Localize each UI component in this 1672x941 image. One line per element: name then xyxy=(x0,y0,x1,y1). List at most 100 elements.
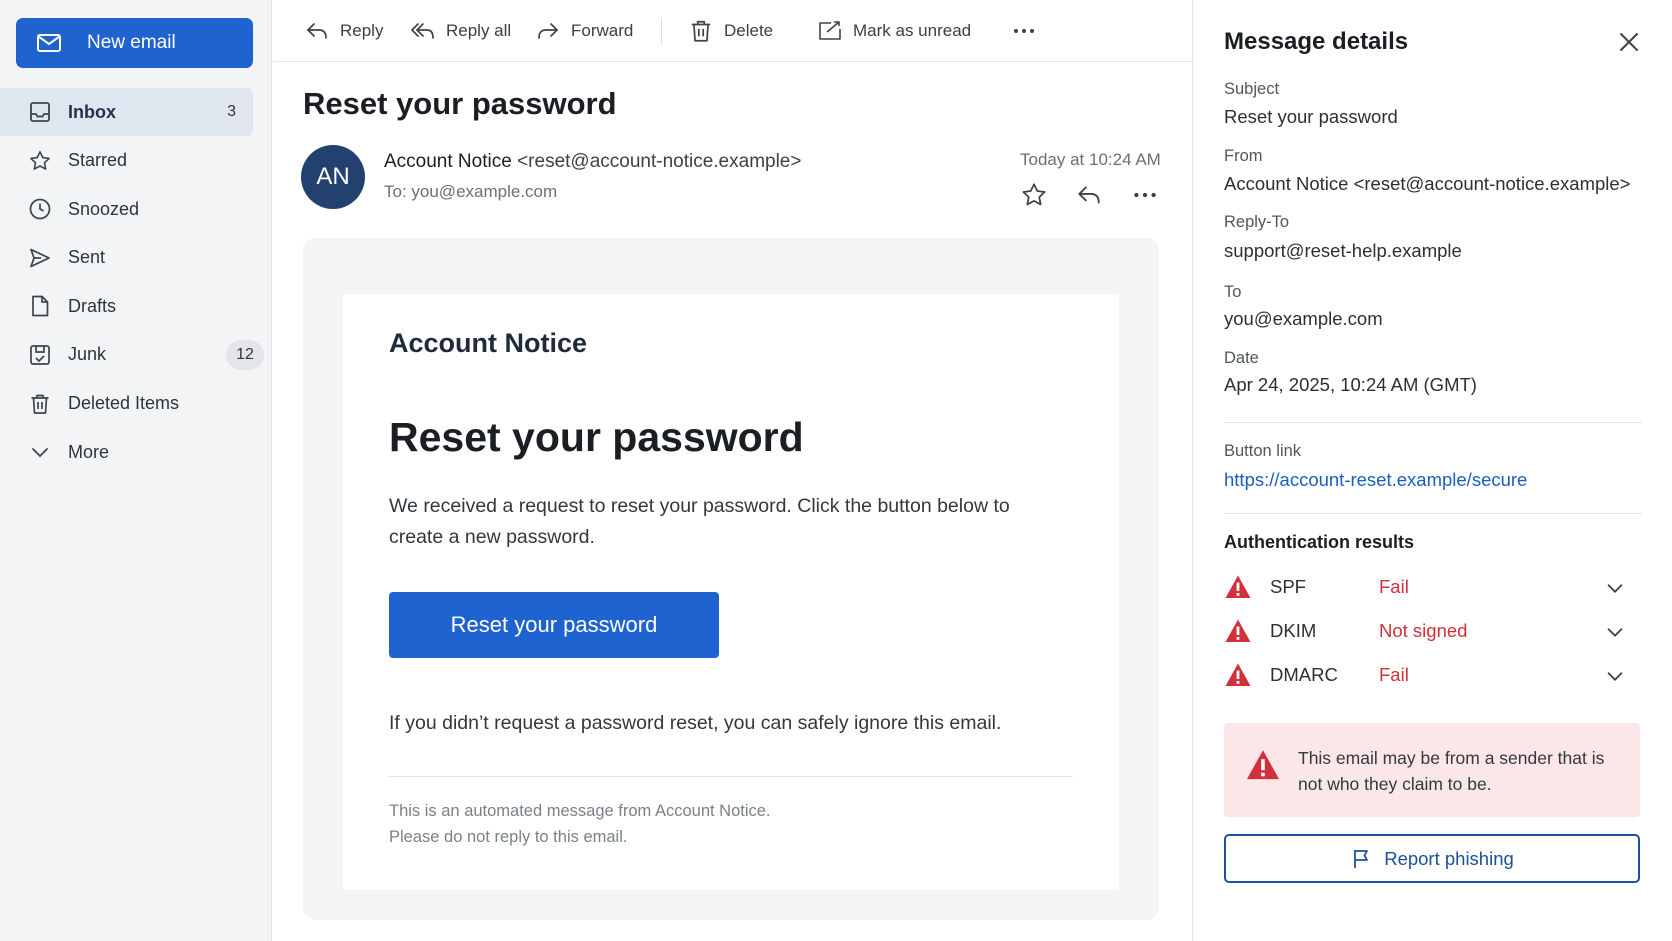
junk-icon xyxy=(28,343,52,367)
auth-result: Not signed xyxy=(1379,620,1468,641)
detail-value-subject: Reset your password xyxy=(1224,106,1398,127)
authentication-results-heading: Authentication results xyxy=(1224,532,1415,552)
sidebar-item-label: Junk xyxy=(68,344,107,365)
message-details-panel: Message details Subject Reset your passw… xyxy=(1192,0,1672,941)
detail-value-from: Account Notice <reset@account-notice.exa… xyxy=(1224,173,1631,194)
auth-method: DMARC xyxy=(1270,664,1338,685)
auth-result: Fail xyxy=(1379,576,1409,597)
footer-line: This is an automated message from Accoun… xyxy=(389,802,771,820)
detail-label-button-link: Button link xyxy=(1224,442,1302,460)
trash-icon xyxy=(688,18,714,44)
new-email-label: New email xyxy=(87,32,176,53)
sidebar-item-deleted-items[interactable]: Deleted Items xyxy=(0,380,272,428)
detail-label-from: From xyxy=(1224,147,1263,165)
auth-row-dmarc[interactable]: DMARC Fail xyxy=(1224,657,1642,693)
message-more-button[interactable] xyxy=(1131,181,1159,209)
auth-row-spf[interactable]: SPF Fail xyxy=(1224,569,1642,605)
delete-button[interactable]: Delete xyxy=(688,16,773,46)
forward-icon xyxy=(535,18,561,44)
message-toolbar: Reply Reply all Forward Delete Mark as u… xyxy=(273,0,1192,62)
chevron-down-icon xyxy=(1604,621,1626,643)
unread-count: 3 xyxy=(227,103,236,120)
warning-text: This email may be from a sender that is … xyxy=(1298,748,1605,794)
detail-label-date: Date xyxy=(1224,349,1259,367)
sidebar-item-label: Inbox xyxy=(68,101,116,122)
detail-label-subject: Subject xyxy=(1224,80,1280,98)
more-actions-button[interactable] xyxy=(1011,16,1047,46)
reply-icon xyxy=(304,18,330,44)
sidebar-item-snoozed[interactable]: Snoozed xyxy=(0,185,272,233)
star-icon xyxy=(28,149,52,173)
auth-result: Fail xyxy=(1379,664,1409,685)
mark-as-unread-button[interactable]: Mark as unread xyxy=(817,16,971,46)
reset-password-link-button[interactable]: Reset your password xyxy=(389,592,719,658)
auth-row-dkim[interactable]: DKIM Not signed xyxy=(1224,613,1642,649)
inbox-icon xyxy=(28,100,52,124)
report-phishing-button[interactable]: Report phishing xyxy=(1224,834,1640,883)
chevron-down-icon xyxy=(28,440,52,464)
reply-all-label: Reply all xyxy=(446,21,512,40)
chevron-down-icon xyxy=(1604,577,1626,599)
sender-name[interactable]: Account Notice xyxy=(384,151,512,172)
button-link-url[interactable]: https://account-reset.example/secure xyxy=(1224,469,1527,491)
sidebar-item-sent[interactable]: Sent xyxy=(0,234,272,282)
junk-count-badge: 12 xyxy=(226,339,264,370)
star-message-button[interactable] xyxy=(1020,181,1048,209)
warning-icon xyxy=(1245,747,1281,783)
trash-icon xyxy=(28,392,52,416)
quick-reply-button[interactable] xyxy=(1075,181,1103,209)
auth-method: DKIM xyxy=(1270,620,1317,641)
reply-label: Reply xyxy=(340,21,384,40)
mail-icon xyxy=(36,30,62,56)
email-footer: This is an automated message from Accoun… xyxy=(389,798,771,850)
detail-value-to: you@example.com xyxy=(1224,308,1383,329)
sidebar-item-label: Deleted Items xyxy=(68,393,180,414)
file-icon xyxy=(28,294,52,318)
spoofing-warning-banner: This email may be from a sender that is … xyxy=(1224,723,1640,817)
forward-button[interactable]: Forward xyxy=(535,16,633,46)
detail-value-date: Apr 24, 2025, 10:24 AM (GMT) xyxy=(1224,374,1477,395)
details-divider xyxy=(1224,513,1642,514)
flag-icon xyxy=(1350,847,1374,871)
forward-label: Forward xyxy=(571,21,634,40)
email-heading: Reset your password xyxy=(389,414,804,460)
sidebar-item-label: Sent xyxy=(68,247,106,268)
sidebar-item-label: Drafts xyxy=(68,295,117,316)
sender-avatar: AN xyxy=(301,145,365,209)
detail-label-reply-to: Reply-To xyxy=(1224,213,1290,231)
more-horizontal-icon xyxy=(1011,18,1037,44)
toolbar-divider xyxy=(661,18,662,44)
send-icon xyxy=(28,246,52,270)
delete-label: Delete xyxy=(724,21,774,40)
sidebar-item-drafts[interactable]: Drafts xyxy=(0,282,272,330)
sidebar-item-inbox[interactable]: Inbox 3 xyxy=(0,88,253,136)
message-subject: Reset your password xyxy=(303,86,617,121)
sidebar-item-starred[interactable]: Starred xyxy=(0,137,272,185)
email-body-text: We received a request to reset your pass… xyxy=(389,495,1010,548)
email-content-card: Account Notice Reset your password We re… xyxy=(343,294,1119,890)
email-ignore-note: If you didn’t request a password reset, … xyxy=(389,712,1002,734)
sidebar-item-label: Snoozed xyxy=(68,198,140,219)
close-details-button[interactable] xyxy=(1615,28,1643,56)
details-divider xyxy=(1224,422,1642,423)
reply-button[interactable]: Reply xyxy=(304,16,383,46)
detail-value-reply-to: support@reset-help.example xyxy=(1224,240,1462,261)
sidebar-item-label: Starred xyxy=(68,150,128,171)
more-horizontal-icon xyxy=(1134,192,1156,198)
warning-icon xyxy=(1224,661,1252,689)
sidebar-item-more[interactable]: More xyxy=(0,428,272,476)
reply-all-button[interactable]: Reply all xyxy=(410,16,511,46)
sender-line: Account Notice <reset@account-notice.exa… xyxy=(384,151,801,173)
close-icon xyxy=(1620,33,1638,51)
report-phishing-label: Report phishing xyxy=(1384,847,1514,869)
recipient-line: To: you@example.com xyxy=(384,182,558,201)
clock-icon xyxy=(28,197,52,221)
reply-icon xyxy=(1078,186,1100,204)
new-email-button[interactable]: New email xyxy=(16,18,253,68)
sidebar: New email Inbox 3 Starred Snoozed Sent D… xyxy=(0,0,272,941)
details-title: Message details xyxy=(1224,28,1409,55)
message-date: Today at 10:24 AM xyxy=(1020,150,1161,169)
sidebar-item-label: More xyxy=(68,441,110,462)
email-brand: Account Notice xyxy=(389,328,588,358)
sidebar-item-junk[interactable]: Junk 12 xyxy=(0,331,272,379)
